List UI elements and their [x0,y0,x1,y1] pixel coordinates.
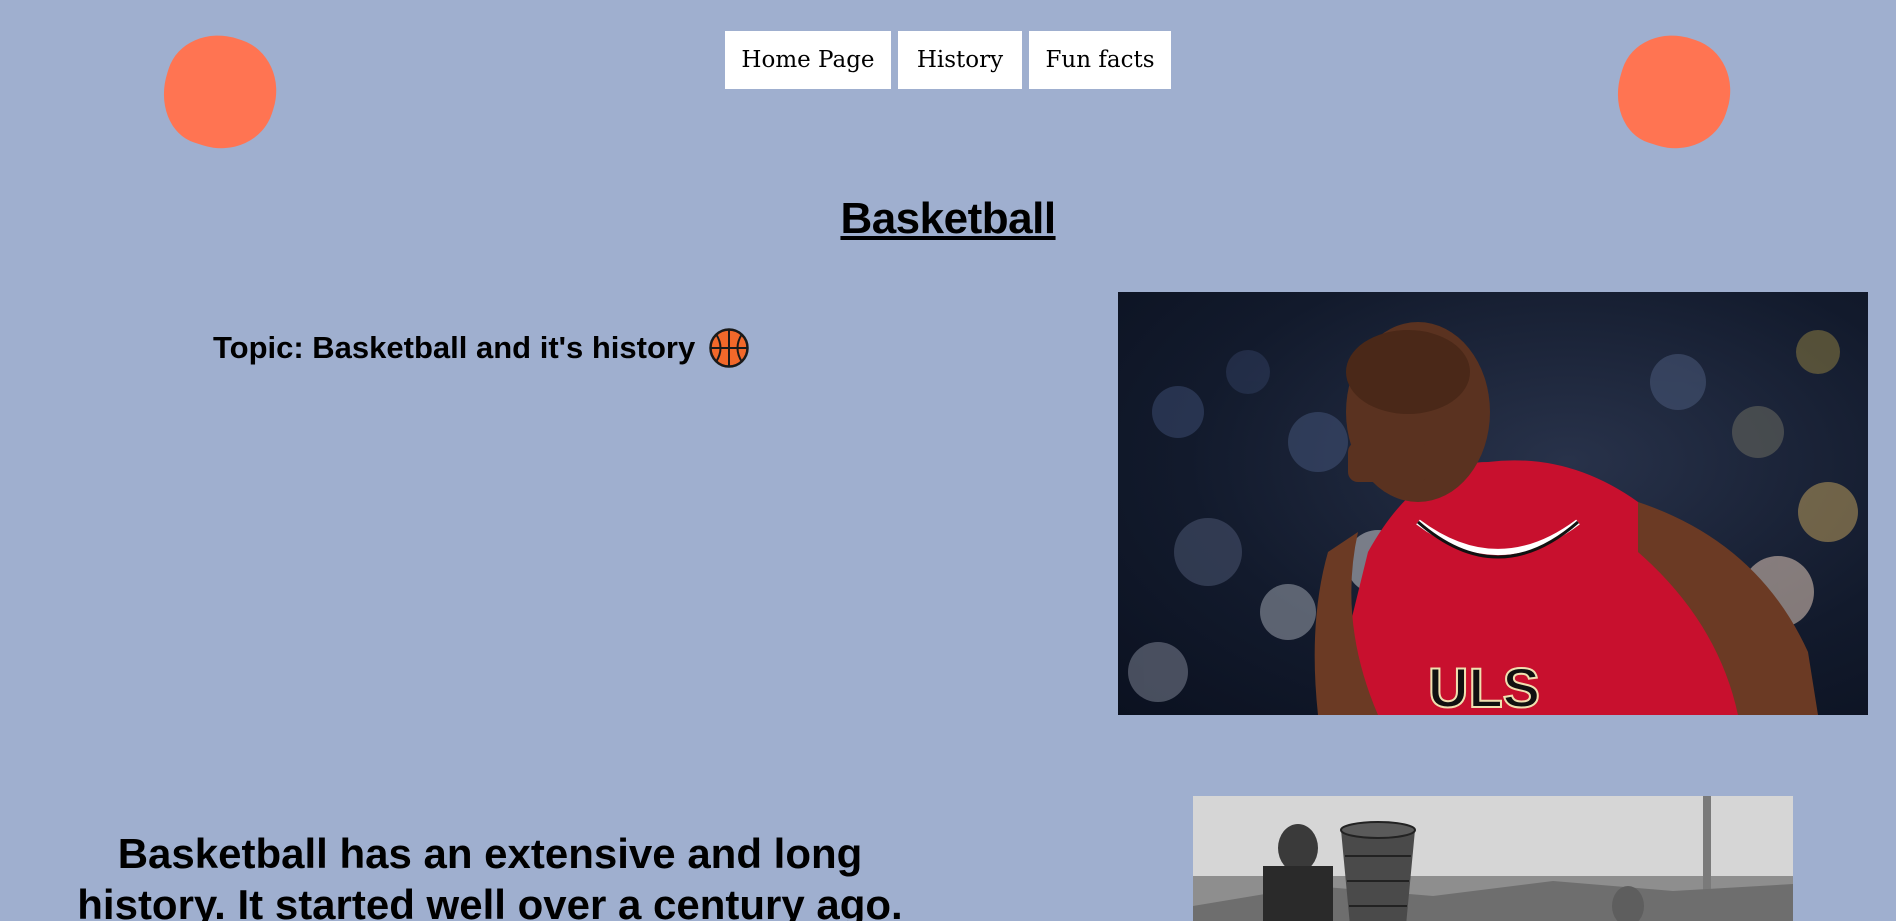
topic-text: Topic: Basketball and it's history [213,330,696,365]
svg-text:ULS: ULS [1428,656,1540,715]
basketball-icon [709,328,749,368]
history-intro-text: Basketball has an extensive and long his… [77,830,903,921]
topic-heading: Topic: Basketball and it's history [213,328,749,368]
top-navigation: Home Page History Fun facts [725,31,1171,89]
decorative-blob-left [149,21,291,163]
basketball-player-photo: ULS [1118,292,1868,715]
nav-fun-facts-button[interactable]: Fun facts [1029,31,1171,89]
decorative-blob-right [1603,21,1745,163]
nav-history-button[interactable]: History [898,31,1022,89]
early-basketball-history-photo [1193,796,1793,921]
page-title: Basketball [840,194,1056,243]
nav-home-page-button[interactable]: Home Page [725,31,891,89]
